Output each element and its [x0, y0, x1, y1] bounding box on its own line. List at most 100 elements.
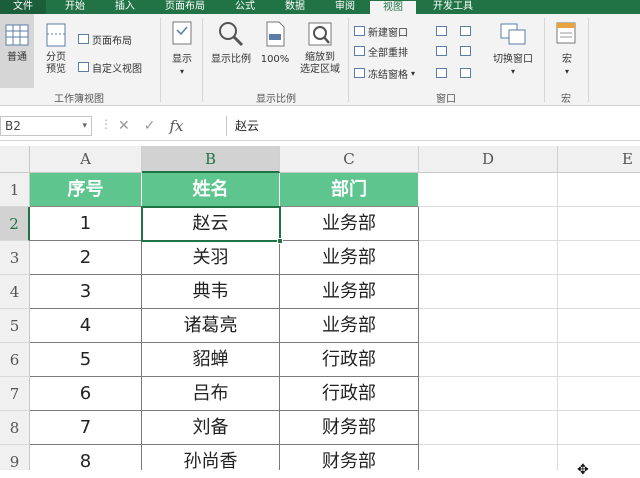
cell-b7[interactable]: 吕布 — [142, 377, 280, 411]
cell-b4[interactable]: 典韦 — [142, 275, 280, 309]
tab-home[interactable]: 开始 — [54, 0, 96, 14]
cell-a9[interactable]: 8 — [30, 445, 142, 470]
cell-a2[interactable]: 1 — [30, 207, 142, 241]
cell-c2[interactable]: 业务部 — [280, 207, 419, 241]
macros-button[interactable]: 宏 ▾ — [550, 20, 584, 78]
tab-review[interactable]: 审阅 — [324, 0, 366, 14]
switch-windows-button[interactable]: 切换窗口 ▾ — [486, 20, 540, 78]
cell-c7[interactable]: 行政部 — [280, 377, 419, 411]
formula-input[interactable]: 赵云 — [226, 116, 640, 136]
cell-d1[interactable] — [419, 173, 558, 207]
cell-b1[interactable]: 姓名 — [142, 173, 280, 207]
insert-function-icon[interactable]: fx — [169, 117, 183, 135]
cell-c5[interactable]: 业务部 — [280, 309, 419, 343]
macros-icon — [556, 22, 576, 44]
zoom-label: 显示比例 — [211, 54, 251, 65]
cell-d8[interactable] — [419, 411, 558, 445]
cell-c6[interactable]: 行政部 — [280, 343, 419, 377]
cell-d3[interactable] — [419, 241, 558, 275]
new-window-button[interactable]: 新建窗口 — [354, 24, 408, 39]
cell-e8[interactable] — [558, 411, 640, 445]
row-header-3[interactable]: 3 — [0, 241, 30, 275]
column-header-b[interactable]: B — [142, 146, 280, 173]
cell-b9[interactable]: 孙尚香 — [142, 445, 280, 470]
view-side-by-side-icon[interactable] — [460, 26, 471, 36]
cell-e4[interactable] — [558, 275, 640, 309]
cell-c1[interactable]: 部门 — [280, 173, 419, 207]
cell-e5[interactable] — [558, 309, 640, 343]
name-box[interactable]: B2 ▾ — [0, 116, 92, 136]
cell-b5[interactable]: 诸葛亮 — [142, 309, 280, 343]
cell-b6[interactable]: 貂蝉 — [142, 343, 280, 377]
cell-a6[interactable]: 5 — [30, 343, 142, 377]
cell-d4[interactable] — [419, 275, 558, 309]
cell-a3[interactable]: 2 — [30, 241, 142, 275]
zoom-to-selection-button[interactable]: 缩放到 选定区域 — [294, 20, 346, 76]
column-header-e[interactable]: E — [558, 146, 640, 173]
cell-a8[interactable]: 7 — [30, 411, 142, 445]
synchronous-scrolling-icon[interactable] — [460, 46, 471, 56]
reset-window-position-icon[interactable] — [460, 68, 471, 78]
cell-b8[interactable]: 刘备 — [142, 411, 280, 445]
row-header-5[interactable]: 5 — [0, 309, 30, 343]
name-box-dropdown-icon[interactable]: ▾ — [82, 117, 87, 135]
freeze-panes-button[interactable]: 冻结窗格 ▾ — [354, 66, 415, 81]
tab-view[interactable]: 视图 — [370, 0, 416, 14]
cell-e2[interactable] — [558, 207, 640, 241]
cell-a5[interactable]: 4 — [30, 309, 142, 343]
select-all-corner[interactable] — [0, 146, 30, 173]
cell-b2[interactable]: 赵云 — [142, 207, 280, 241]
cell-a7[interactable]: 6 — [30, 377, 142, 411]
switch-windows-icon — [500, 23, 526, 45]
zoom-100-button[interactable]: 100% — [258, 20, 292, 66]
tab-formulas[interactable]: 公式 — [224, 0, 266, 14]
cell-c9[interactable]: 财务部 — [280, 445, 419, 470]
cell-d2[interactable] — [419, 207, 558, 241]
cell-a4[interactable]: 3 — [30, 275, 142, 309]
cell-e7[interactable] — [558, 377, 640, 411]
column-header-a[interactable]: A — [30, 146, 142, 173]
page-layout-view-button[interactable]: 页面布局 — [78, 32, 132, 47]
cancel-icon[interactable]: ✕ — [118, 118, 130, 134]
cell-a1[interactable]: 序号 — [30, 173, 142, 207]
row-header-2[interactable]: 2 — [0, 207, 30, 241]
unhide-window-icon[interactable] — [436, 68, 447, 78]
enter-icon[interactable]: ✓ — [144, 118, 156, 134]
column-header-d[interactable]: D — [419, 146, 558, 173]
row-header-1[interactable]: 1 — [0, 173, 30, 207]
cell-e3[interactable] — [558, 241, 640, 275]
cell-d6[interactable] — [419, 343, 558, 377]
macros-group-label: 宏 — [561, 94, 571, 105]
row-header-9[interactable]: 9 — [0, 445, 30, 470]
tab-data[interactable]: 数据 — [274, 0, 316, 14]
cell-b3[interactable]: 关羽 — [142, 241, 280, 275]
tab-file[interactable]: 文件 — [0, 0, 46, 14]
cell-c4[interactable]: 业务部 — [280, 275, 419, 309]
row-header-7[interactable]: 7 — [0, 377, 30, 411]
row-header-8[interactable]: 8 — [0, 411, 30, 445]
page-break-preview-button[interactable]: 分页 预览 — [38, 14, 74, 88]
cell-d5[interactable] — [419, 309, 558, 343]
tab-insert[interactable]: 插入 — [104, 0, 146, 14]
tab-page-layout[interactable]: 页面布局 — [154, 0, 216, 14]
column-header-c[interactable]: C — [280, 146, 419, 173]
split-icon[interactable] — [436, 26, 447, 36]
tab-developer[interactable]: 开发工具 — [422, 0, 484, 14]
hide-window-icon[interactable] — [436, 46, 447, 56]
custom-views-button[interactable]: 自定义视图 — [78, 60, 142, 75]
cell-d7[interactable] — [419, 377, 558, 411]
arrange-all-button[interactable]: 全部重排 — [354, 44, 408, 59]
zoom-group-label: 显示比例 — [256, 94, 296, 105]
normal-view-button[interactable]: 普通 — [0, 14, 34, 88]
cell-c3[interactable]: 业务部 — [280, 241, 419, 275]
cell-e9[interactable] — [558, 445, 640, 470]
zoom-button[interactable]: 显示比例 — [206, 20, 256, 66]
cell-c8[interactable]: 财务部 — [280, 411, 419, 445]
cell-e1[interactable] — [558, 173, 640, 207]
row-header-6[interactable]: 6 — [0, 343, 30, 377]
cell-e6[interactable] — [558, 343, 640, 377]
show-button[interactable]: 显示 ▾ — [166, 20, 198, 78]
cell-d9[interactable] — [419, 445, 558, 470]
row-header-4[interactable]: 4 — [0, 275, 30, 309]
formula-bar: B2 ▾ ⋮ ✕ ✓ fx 赵云 — [0, 111, 640, 141]
